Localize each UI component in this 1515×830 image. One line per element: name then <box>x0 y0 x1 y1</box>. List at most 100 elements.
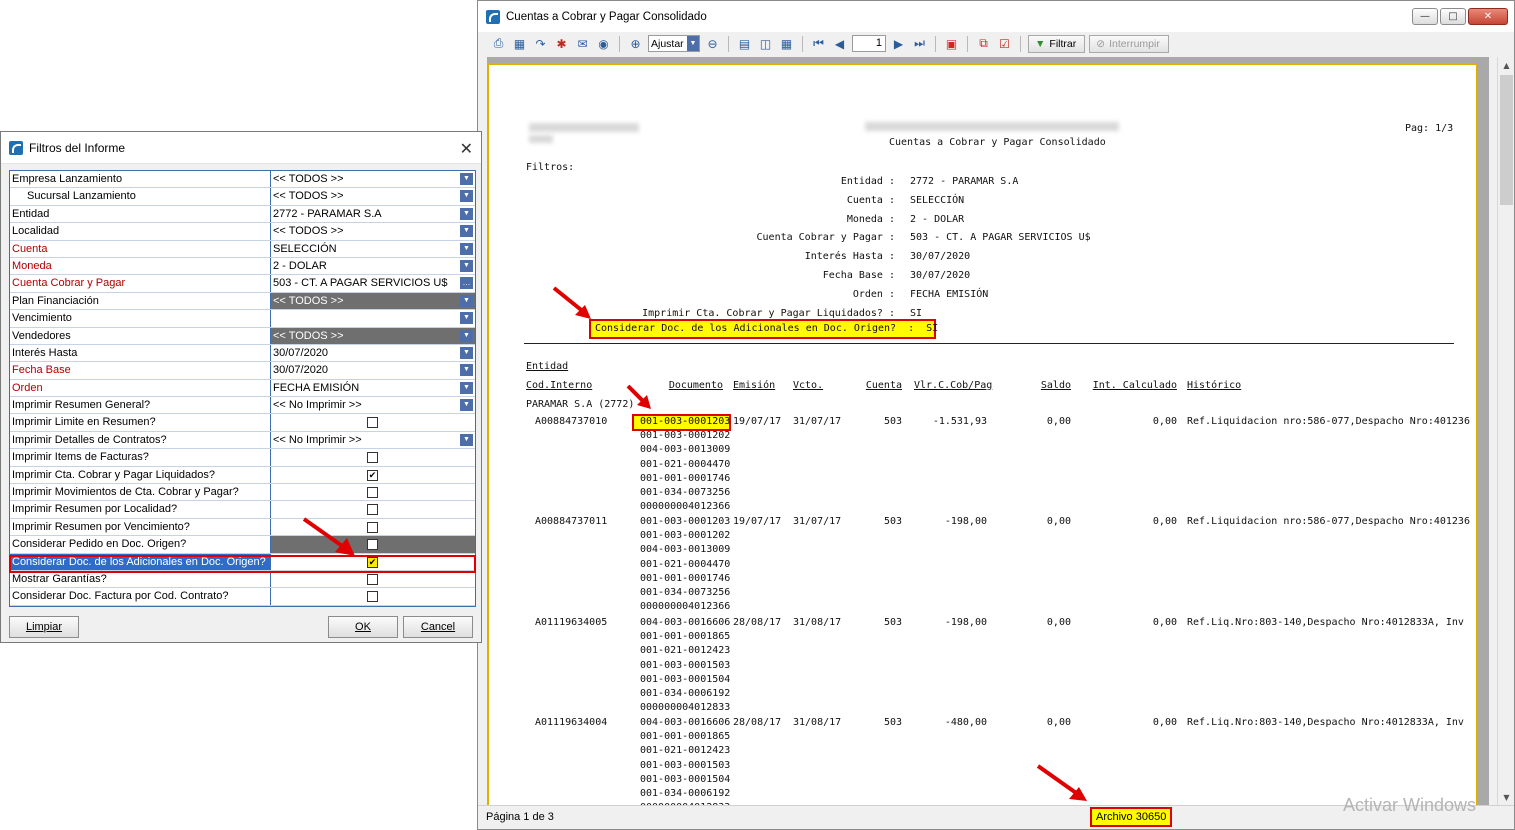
export-icon[interactable]: ↷ <box>532 35 549 52</box>
checkbox-checked[interactable]: ✔ <box>367 469 378 481</box>
chevron-down-icon[interactable]: ▼ <box>460 294 473 307</box>
checkbox[interactable] <box>367 504 378 516</box>
chevron-down-icon[interactable]: ▼ <box>460 190 473 203</box>
filter-row[interactable]: Mostrar Garantías? <box>10 570 475 589</box>
report-viewport[interactable]: Cuentas a Cobrar y Pagar Consolidado Pag… <box>487 57 1489 805</box>
filter-row-value[interactable] <box>271 484 475 500</box>
filter-row[interactable]: Imprimir Limite en Resumen? <box>10 414 475 432</box>
filter-row-value[interactable]: 30/07/2020 ▼ <box>271 362 475 378</box>
filter-row[interactable]: Localidad << TODOS >> ▼ <box>10 223 475 241</box>
filter-row-value[interactable]: 503 - CT. A PAGAR SERVICIOS U$… <box>271 275 475 291</box>
vertical-scrollbar[interactable]: ▲ ▼ <box>1497 57 1514 805</box>
filter-row[interactable]: Considerar Pedido en Doc. Origen? <box>10 536 475 554</box>
chevron-down-icon[interactable]: ▼ <box>460 259 473 272</box>
filter-row-value[interactable]: ✔ <box>271 467 475 483</box>
save-icon[interactable]: ▦ <box>511 35 528 52</box>
filter-row[interactable]: Interés Hasta 30/07/2020 ▼ <box>10 344 475 363</box>
filter-row-value[interactable]: << TODOS >> ▼ <box>271 292 475 310</box>
copy-icon[interactable]: ⧉ <box>975 35 992 52</box>
filter-row[interactable]: Plan Financiación << TODOS >> ▼ <box>10 292 475 311</box>
checklist-icon[interactable]: ☑ <box>996 35 1013 52</box>
scroll-down-icon[interactable]: ▼ <box>1498 789 1515 805</box>
chevron-down-icon[interactable]: ▼ <box>460 225 473 238</box>
filter-row-value[interactable] <box>271 449 475 465</box>
ok-button[interactable]: OK <box>328 616 398 638</box>
close-icon[interactable]: ✕ <box>460 139 473 158</box>
filter-row-value[interactable]: ▼ <box>271 310 475 326</box>
filter-row-value[interactable]: << TODOS >> ▼ <box>271 188 475 204</box>
filter-row-value[interactable]: SELECCIÓN ▼ <box>271 241 475 257</box>
two-pages-icon[interactable]: ◫ <box>757 35 774 52</box>
filter-row-value[interactable]: FECHA EMISIÓN ▼ <box>271 380 475 396</box>
filter-row-value[interactable]: 2772 - PARAMAR S.A ▼ <box>271 206 475 222</box>
filter-row[interactable]: Empresa Lanzamiento << TODOS >> ▼ <box>10 171 475 189</box>
checkbox[interactable] <box>367 521 378 533</box>
filter-row-value[interactable]: << TODOS >> ▼ <box>271 327 475 344</box>
filter-row[interactable]: Vencimiento ▼ <box>10 310 475 328</box>
filter-row-value[interactable]: << No Imprimir >> ▼ <box>271 397 475 413</box>
filter-row-value[interactable]: << TODOS >> ▼ <box>271 223 475 239</box>
filter-row[interactable]: Imprimir Resumen por Localidad? <box>10 501 475 519</box>
cancel-button[interactable]: Cancel <box>403 616 473 638</box>
filter-button[interactable]: ▼ Filtrar <box>1028 34 1086 53</box>
filter-row-value[interactable]: << TODOS >> ▼ <box>271 171 475 187</box>
filter-row[interactable]: Imprimir Movimientos de Cta. Cobrar y Pa… <box>10 484 475 502</box>
filter-row[interactable]: Cuenta Cobrar y Pagar 503 - CT. A PAGAR S… <box>10 275 475 293</box>
first-page-icon[interactable]: ⏮ <box>810 35 827 52</box>
single-page-icon[interactable]: ▤ <box>736 35 753 52</box>
ellipsis-icon[interactable]: … <box>460 277 473 290</box>
clear-button[interactable]: Limpiar <box>9 616 79 638</box>
page-setup-icon[interactable]: ▦ <box>778 35 795 52</box>
chevron-down-icon[interactable]: ▼ <box>460 312 473 325</box>
last-page-icon[interactable]: ⏭ <box>911 35 928 52</box>
chevron-down-icon[interactable]: ▼ <box>460 207 473 220</box>
checkbox[interactable] <box>367 417 378 429</box>
chevron-down-icon[interactable]: ▼ <box>460 242 473 255</box>
maximize-button[interactable]: □ <box>1440 8 1466 25</box>
page-number-input[interactable]: 1 <box>852 35 886 52</box>
scroll-thumb[interactable] <box>1500 75 1513 205</box>
filter-row[interactable]: Imprimir Detalles de Contratos? << No Imp… <box>10 431 475 450</box>
checkbox[interactable] <box>367 539 378 551</box>
filter-row[interactable]: Fecha Base 30/07/2020 ▼ <box>10 362 475 380</box>
filter-row-value[interactable]: 2 - DOLAR ▼ <box>271 258 475 274</box>
filter-row[interactable]: Imprimir Resumen General? << No Imprimir … <box>10 397 475 415</box>
filter-row-value[interactable] <box>271 571 475 587</box>
chevron-down-icon[interactable]: ▼ <box>460 329 473 342</box>
minimize-button[interactable]: — <box>1412 8 1438 25</box>
checkbox[interactable] <box>367 573 378 585</box>
filter-row-value[interactable] <box>271 414 475 430</box>
chevron-down-icon[interactable]: ▼ <box>460 173 473 185</box>
filter-row[interactable]: Considerar Doc. Factura por Cod. Contrat… <box>10 588 475 606</box>
find-icon[interactable]: ◉ <box>595 35 612 52</box>
filter-row[interactable]: Vendedores << TODOS >> ▼ <box>10 327 475 345</box>
zoom-out-icon[interactable]: ⊖ <box>704 35 721 52</box>
filter-row[interactable]: Imprimir Cta. Cobrar y Pagar Liquidados?… <box>10 466 475 485</box>
filter-row-value[interactable] <box>271 588 475 604</box>
close-button[interactable]: ✕ <box>1468 8 1508 25</box>
zoom-select[interactable]: Ajustar a ▼ <box>648 35 700 52</box>
filter-row-value[interactable]: << No Imprimir >> ▼ <box>271 432 475 448</box>
scroll-up-icon[interactable]: ▲ <box>1498 57 1515 73</box>
interrupt-button[interactable]: ⊘ Interrumpir <box>1089 34 1169 53</box>
chevron-down-icon[interactable]: ▼ <box>460 346 473 359</box>
filter-row[interactable]: Sucursal Lanzamiento << TODOS >> ▼ <box>10 188 475 206</box>
chevron-down-icon[interactable]: ▼ <box>460 433 473 446</box>
filter-row[interactable]: Moneda 2 - DOLAR ▼ <box>10 257 475 276</box>
chevron-down-icon[interactable]: ▼ <box>460 381 473 394</box>
filter-row[interactable]: Cuenta SELECCIÓN ▼ <box>10 240 475 258</box>
chevron-down-icon[interactable]: ▼ <box>460 364 473 377</box>
filter-row[interactable]: Orden FECHA EMISIÓN ▼ <box>10 379 475 398</box>
filter-row[interactable]: Imprimir Resumen por Vencimiento? <box>10 518 475 537</box>
stop-icon[interactable]: ▣ <box>943 35 960 52</box>
prev-page-icon[interactable]: ◀ <box>831 35 848 52</box>
next-page-icon[interactable]: ▶ <box>890 35 907 52</box>
print-icon[interactable]: ⎙ <box>490 35 507 52</box>
pdf-icon[interactable]: ✱ <box>553 35 570 52</box>
filter-row-value[interactable]: 30/07/2020 ▼ <box>271 345 475 361</box>
checkbox[interactable] <box>367 487 378 499</box>
email-icon[interactable]: ✉ <box>574 35 591 52</box>
filter-row[interactable]: Entidad 2772 - PARAMAR S.A ▼ <box>10 205 475 224</box>
filter-row[interactable]: Imprimir Items de Facturas? <box>10 449 475 467</box>
checkbox[interactable] <box>367 452 378 464</box>
